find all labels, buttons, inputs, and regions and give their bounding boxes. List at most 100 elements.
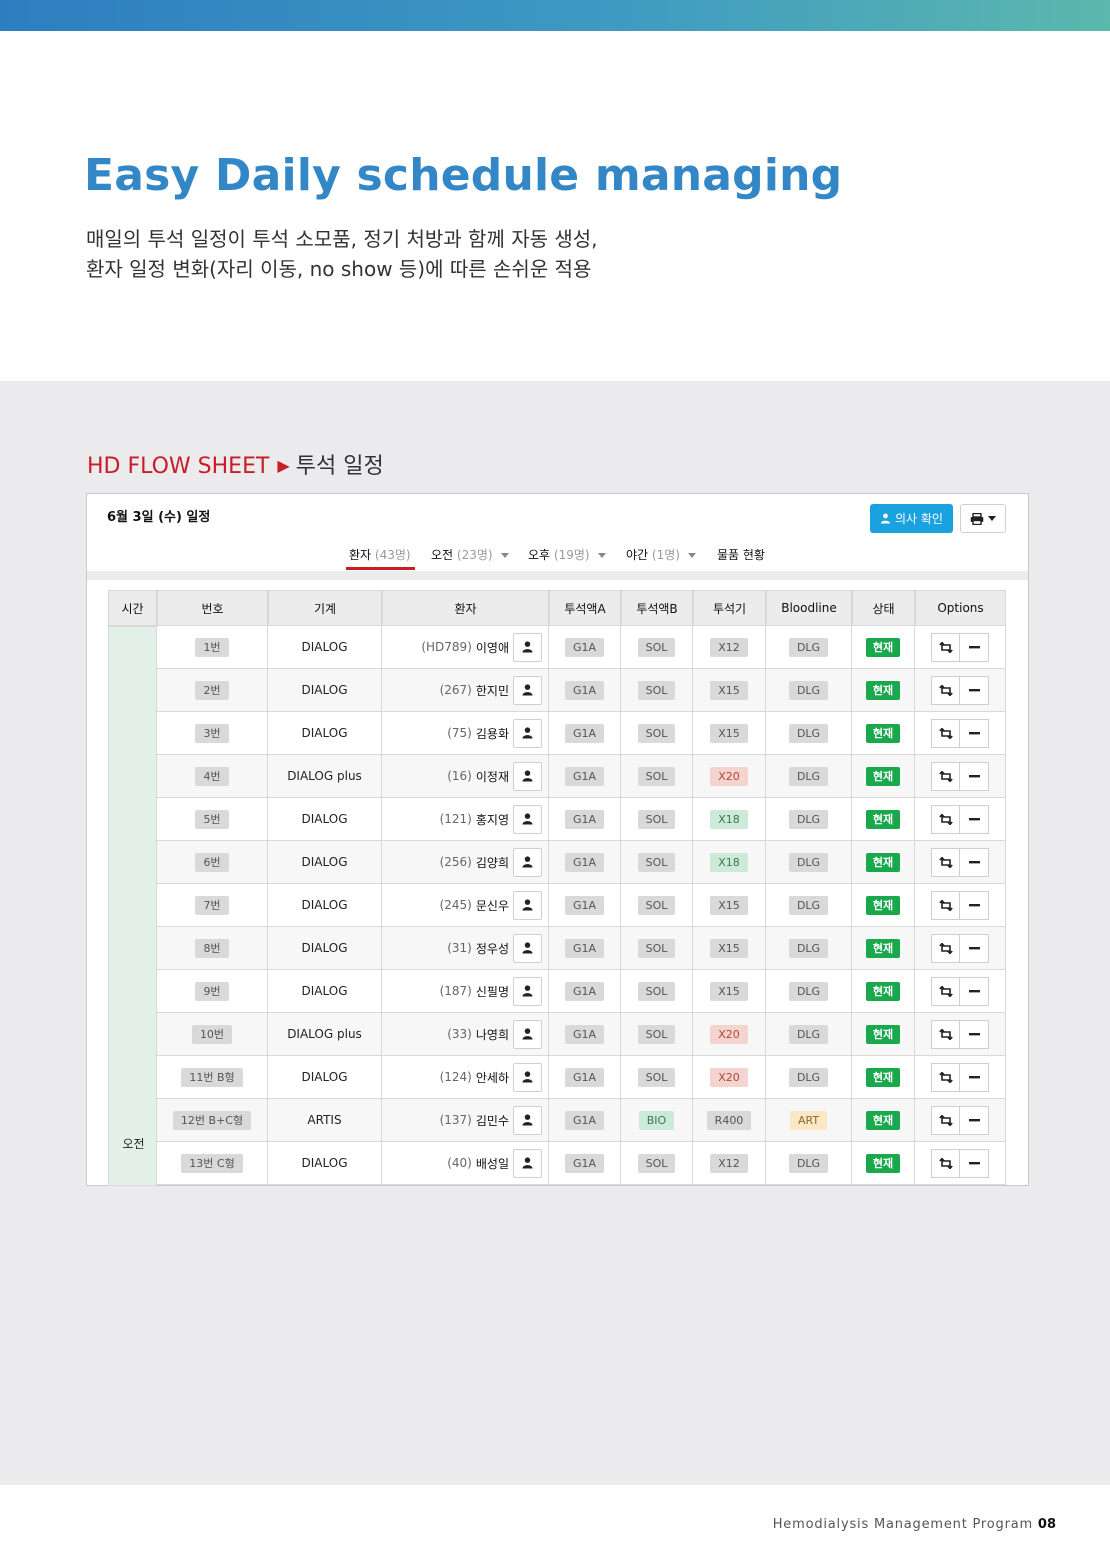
remove-button[interactable] [960,718,989,748]
patient-name[interactable]: 문신우 [476,897,509,914]
tab-night[interactable]: 야간 (1명) [626,546,696,563]
tab-afternoon[interactable]: 오후 (19명) [528,546,606,563]
swap-icon [938,641,953,653]
machine-name: DIALOG [301,640,348,654]
cell-machine: DIALOG [268,669,382,712]
patient-name[interactable]: 김민수 [476,1112,509,1129]
patient-name[interactable]: 김양희 [476,854,509,871]
move-seat-button[interactable] [931,847,960,877]
remove-button[interactable] [960,1019,989,1049]
tab-patients[interactable]: 환자 (43명) [346,546,415,570]
row-options [931,1062,989,1092]
move-seat-button[interactable] [931,718,960,748]
footer-text: Hemodialysis Management Program [772,1517,1033,1532]
patient-profile-button[interactable] [513,976,542,1006]
cell-number: 3번 [157,712,268,755]
dialysate-a-tag: G1A [564,723,605,743]
table-row: 12번 B+C형 ARTIS (137) 김민수 G1A BIO R400 ART 현재 [157,1099,1006,1142]
dialysate-b-tag: SOL [637,852,676,872]
patient-profile-button[interactable] [513,632,542,662]
remove-button[interactable] [960,933,989,963]
move-seat-button[interactable] [931,804,960,834]
patient-profile-button[interactable] [513,761,542,791]
cell-dialysate-a: G1A [549,927,621,970]
header-options: Options [915,590,1006,626]
patient-profile-button[interactable] [513,933,542,963]
patient-name[interactable]: 홍지영 [476,811,509,828]
minus-icon [968,1075,980,1078]
move-seat-button[interactable] [931,1148,960,1178]
patient-profile-button[interactable] [513,1062,542,1092]
patient-profile-button[interactable] [513,675,542,705]
minus-icon [968,817,980,820]
row-options [931,1019,989,1049]
move-seat-button[interactable] [931,1062,960,1092]
remove-button[interactable] [960,804,989,834]
move-seat-button[interactable] [931,976,960,1006]
patient-name[interactable]: 이영애 [476,639,509,656]
remove-button[interactable] [960,761,989,791]
bloodline-tag: DLG [788,809,829,829]
move-seat-button[interactable] [931,933,960,963]
remove-button[interactable] [960,890,989,920]
patient-profile-button[interactable] [513,1105,542,1135]
remove-button[interactable] [960,976,989,1006]
bloodline-tag: DLG [788,852,829,872]
remove-button[interactable] [960,847,989,877]
doctor-confirm-button[interactable]: 의사 확인 [870,504,953,533]
tab-morning[interactable]: 오전 (23명) [431,546,509,563]
cell-machine: DIALOG [268,626,382,669]
patient-profile-button[interactable] [513,847,542,877]
move-seat-button[interactable] [931,632,960,662]
row-options [931,718,989,748]
move-seat-button[interactable] [931,675,960,705]
tab-afternoon-count: (19명) [553,548,590,562]
user-icon [522,985,533,997]
print-button[interactable] [960,504,1006,533]
patient-profile-button[interactable] [513,718,542,748]
patient-name[interactable]: 신필명 [476,983,509,1000]
bed-number-tag: 2번 [195,680,229,700]
patient-name[interactable]: 이정재 [476,768,509,785]
cell-dialysate-b: SOL [621,1013,693,1056]
move-seat-button[interactable] [931,1019,960,1049]
dialysate-b-tag: BIO [638,1110,675,1130]
remove-button[interactable] [960,1062,989,1092]
patient-info: (121) 홍지영 [382,798,548,840]
cell-number: 9번 [157,970,268,1013]
patient-name[interactable]: 나영희 [476,1026,509,1043]
schedule-table: 시간 번호 기계 환자 투석액A 투석액B 투석기 Bloodline 상태 O… [108,590,1006,1187]
doctor-confirm-label: 의사 확인 [895,512,943,526]
tab-supplies[interactable]: 물품 현황 [717,546,765,563]
dialysate-b-tag: SOL [637,723,676,743]
patient-name[interactable]: 안세하 [476,1069,509,1086]
minus-icon [968,774,980,777]
patient-profile-button[interactable] [513,1148,542,1178]
remove-button[interactable] [960,1148,989,1178]
dialyzer-tag: X15 [710,723,748,743]
status-badge: 현재 [865,938,901,958]
patient-profile-button[interactable] [513,1019,542,1049]
remove-button[interactable] [960,1105,989,1135]
remove-button[interactable] [960,675,989,705]
patient-name[interactable]: 배성일 [476,1155,509,1172]
patient-info: (256) 김양희 [382,841,548,883]
patient-profile-button[interactable] [513,804,542,834]
move-seat-button[interactable] [931,890,960,920]
cell-options [915,712,1006,755]
patient-id: (40) [447,1156,472,1170]
user-icon [522,813,533,825]
move-seat-button[interactable] [931,761,960,791]
dialysate-a-tag: G1A [564,809,605,829]
patient-name[interactable]: 한지민 [476,682,509,699]
dialyzer-tag: X15 [710,895,748,915]
patient-id: (124) [439,1070,472,1084]
cell-dialysate-b: SOL [621,1142,693,1185]
patient-name[interactable]: 정우성 [476,940,509,957]
patient-profile-button[interactable] [513,890,542,920]
cell-number: 4번 [157,755,268,798]
remove-button[interactable] [960,632,989,662]
patient-name[interactable]: 김용화 [476,725,509,742]
move-seat-button[interactable] [931,1105,960,1135]
dialysate-a-tag: G1A [564,637,605,657]
